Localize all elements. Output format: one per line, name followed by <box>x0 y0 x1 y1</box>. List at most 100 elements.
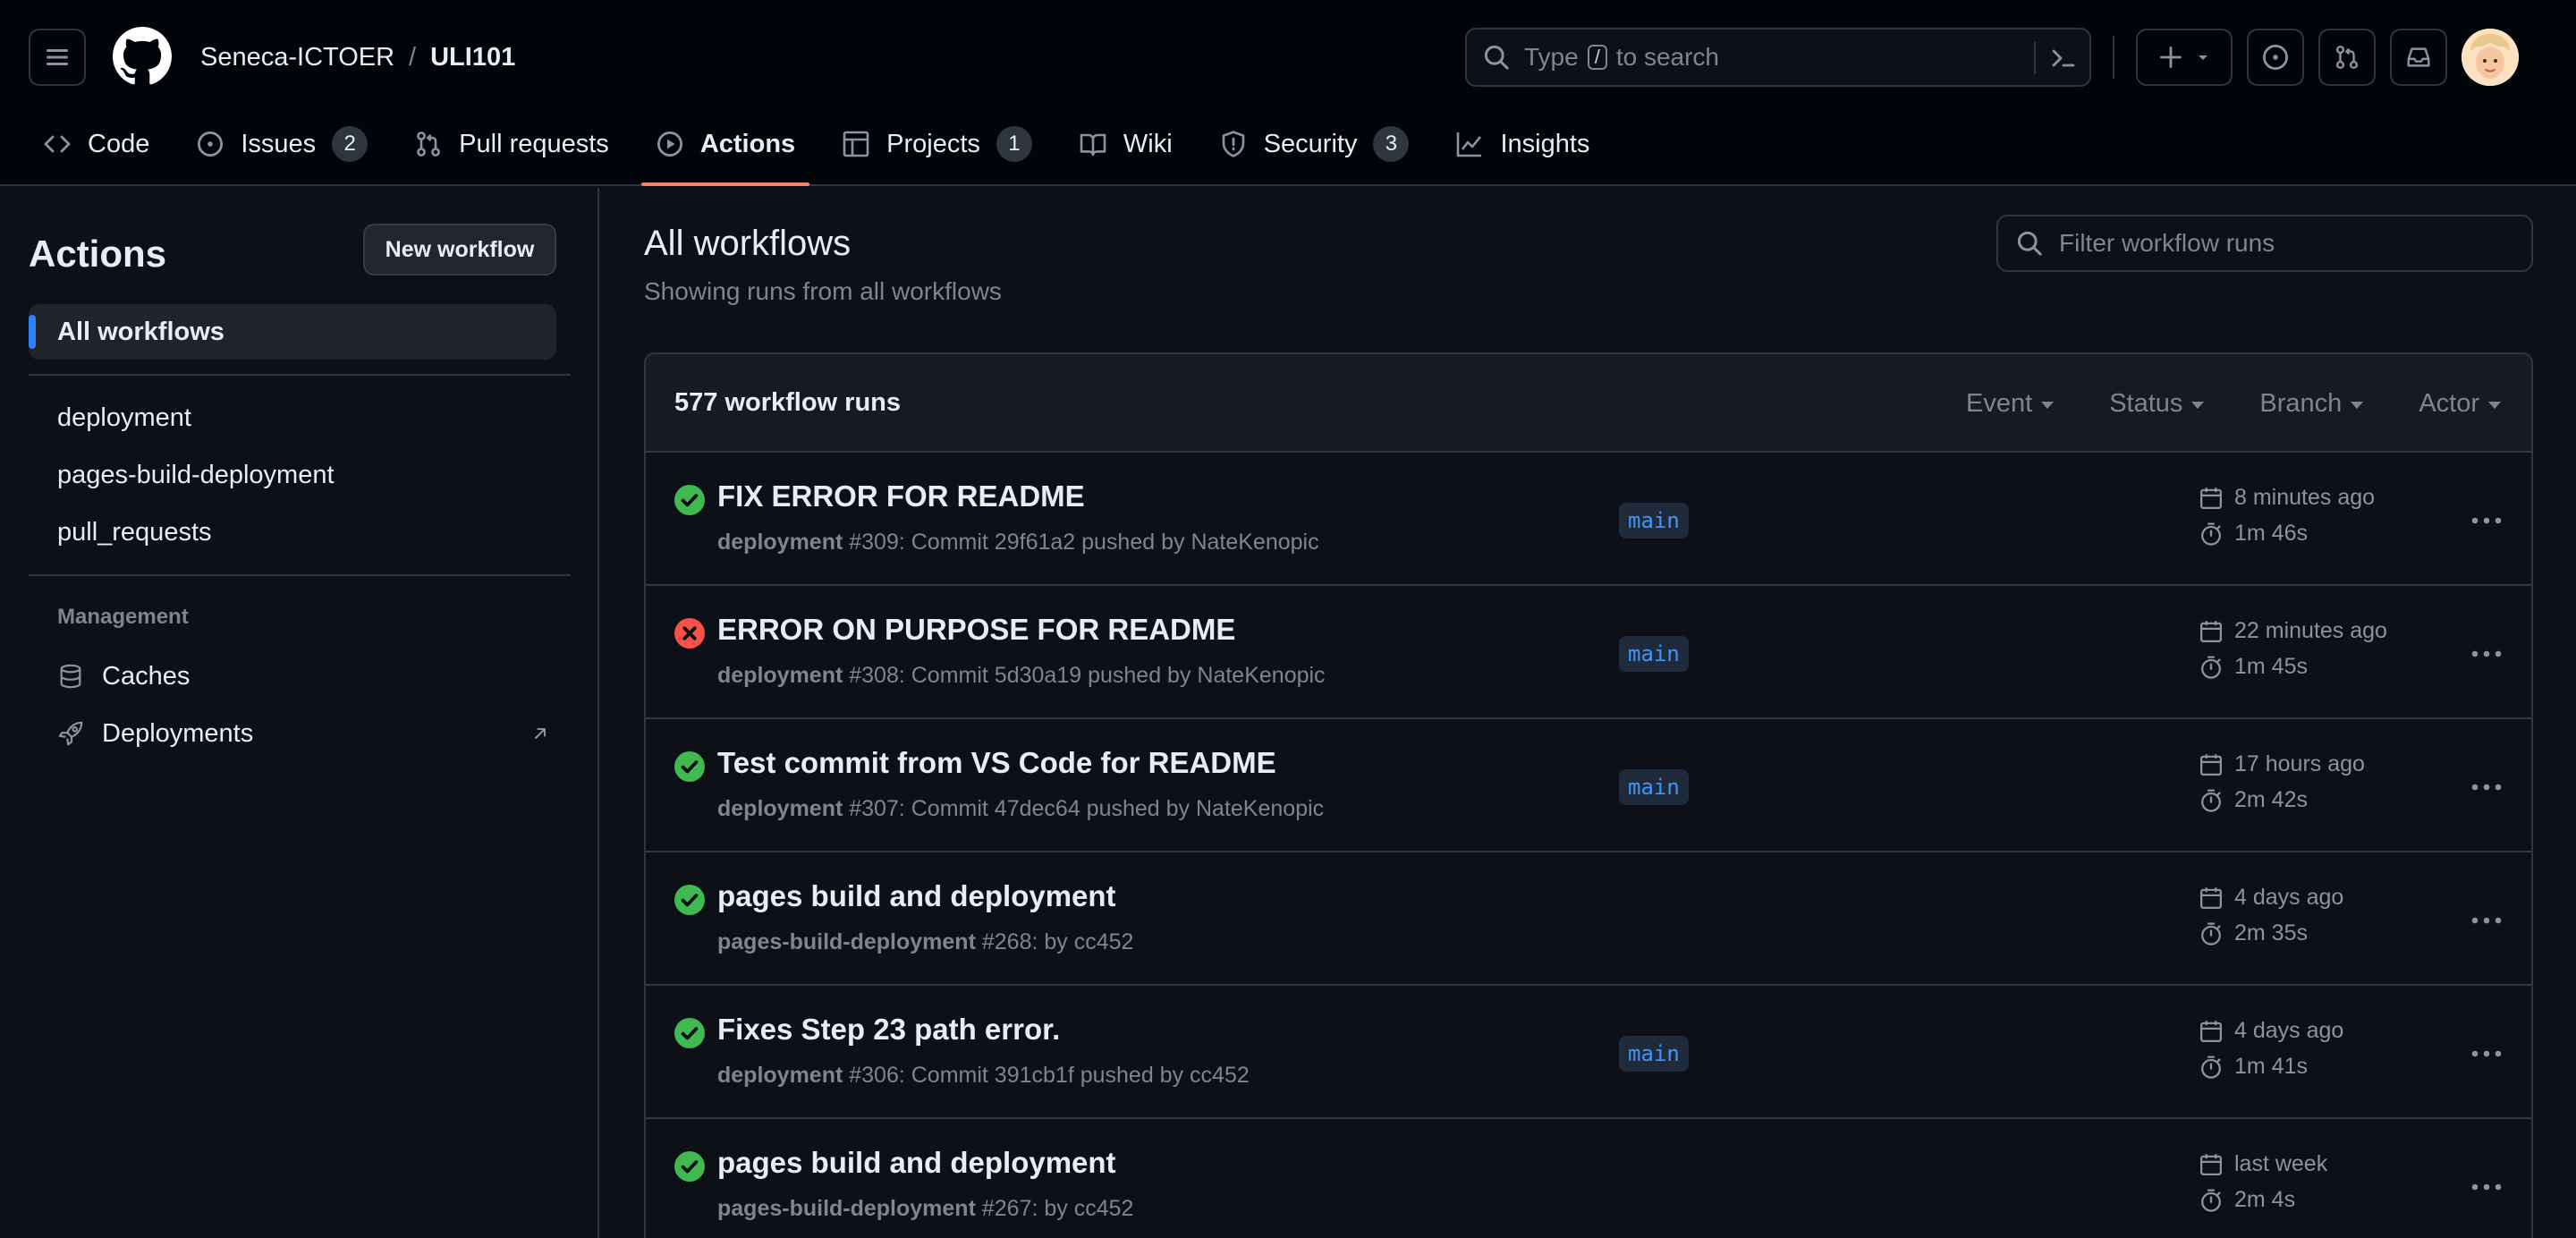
tab-actions[interactable]: Actions <box>640 116 810 186</box>
management-heading: Management <box>57 605 189 629</box>
run-time-text: 4 days ago <box>2234 885 2344 910</box>
filter-label: Status <box>2109 388 2183 418</box>
filter-label: Actor <box>2419 388 2479 418</box>
run-title-link[interactable]: Test commit from VS Code for README <box>717 746 1276 780</box>
tab-insights[interactable]: Insights <box>1441 116 1604 172</box>
actions-sidebar: Actions New workflow All workflows deplo… <box>0 188 599 1238</box>
sidebar-item-deployments[interactable]: Deployments <box>57 708 549 759</box>
status-filter-dropdown[interactable]: Status <box>2109 388 2205 419</box>
run-time: 17 hours ago <box>2199 751 2365 777</box>
sidebar-item-label: Caches <box>102 661 191 691</box>
graph-icon <box>1457 132 1482 157</box>
play-icon <box>657 131 682 157</box>
stopwatch-icon <box>2201 788 2221 812</box>
create-new-button[interactable] <box>2136 29 2233 86</box>
run-title-link[interactable]: pages build and deployment <box>717 1146 1116 1180</box>
triangle-down-icon <box>2199 55 2207 60</box>
tab-issues-label: Issues <box>241 129 317 158</box>
sidebar-item-caches[interactable]: Caches <box>57 651 549 701</box>
breadcrumb: Seneca-ICTOER / ULI101 <box>200 39 515 75</box>
run-detail: #267: by cc452 <box>981 1196 1134 1221</box>
workflow-run-row[interactable]: pages build and deployment pages-build-d… <box>646 852 2531 986</box>
run-duration-text: 1m 41s <box>2234 1054 2308 1079</box>
sidebar-item-all-workflows[interactable]: All workflows <box>29 304 556 360</box>
branch-filter-dropdown[interactable]: Branch <box>2259 389 2364 419</box>
run-meta: pages-build-deployment #268: by cc452 <box>717 929 1133 955</box>
event-filter-dropdown[interactable]: Event <box>1966 389 2055 419</box>
run-options-button[interactable] <box>2465 1036 2508 1072</box>
tab-security[interactable]: Security 3 <box>1205 116 1424 172</box>
sidebar-item-pull-requests[interactable]: pull_requests <box>29 505 556 560</box>
tab-code[interactable]: Code <box>29 116 164 172</box>
sidebar-divider <box>29 574 571 576</box>
workflow-run-row[interactable]: FIX ERROR FOR README deployment #309: Co… <box>646 453 2531 586</box>
branch-label[interactable]: main <box>1619 1036 1689 1072</box>
workflow-run-row[interactable]: Test commit from VS Code for README depl… <box>646 719 2531 852</box>
security-count-badge: 3 <box>1373 126 1410 162</box>
sidebar-item-label: deployment <box>57 403 191 432</box>
book-icon <box>1080 133 1106 157</box>
run-title-link[interactable]: pages build and deployment <box>717 879 1116 913</box>
status-icon <box>674 618 705 649</box>
run-meta: deployment #306: Commit 391cb1f pushed b… <box>717 1063 1250 1089</box>
search-input[interactable]: Type / to search <box>1465 28 2091 87</box>
search-icon <box>2017 231 2042 256</box>
run-title-link[interactable]: ERROR ON PURPOSE FOR README <box>717 613 1235 647</box>
run-duration-text: 1m 45s <box>2234 654 2308 679</box>
tab-insights-label: Insights <box>1500 129 1590 158</box>
menu-button[interactable] <box>29 29 86 86</box>
search-placeholder-prefix: Type <box>1524 43 1579 71</box>
search-shortcut-key: / <box>1587 45 1607 70</box>
tab-pull-requests[interactable]: Pull requests <box>400 116 623 172</box>
run-options-button[interactable] <box>2465 903 2508 938</box>
inbox-button[interactable] <box>2390 29 2447 86</box>
status-icon <box>674 751 705 782</box>
sidebar-item-pages-build-deployment[interactable]: pages-build-deployment <box>29 447 556 503</box>
sidebar-item-deployment[interactable]: deployment <box>29 390 556 445</box>
run-options-button[interactable] <box>2465 503 2508 538</box>
branch-label[interactable]: main <box>1619 636 1689 672</box>
workflow-run-row[interactable]: pages build and deployment pages-build-d… <box>646 1119 2531 1238</box>
run-duration-text: 2m 42s <box>2234 787 2308 812</box>
database-icon <box>60 664 81 689</box>
run-title-link[interactable]: FIX ERROR FOR README <box>717 479 1085 513</box>
new-workflow-button[interactable]: New workflow <box>363 224 556 276</box>
workflow-run-row[interactable]: ERROR ON PURPOSE FOR README deployment #… <box>646 586 2531 719</box>
run-duration: 2m 4s <box>2199 1187 2295 1213</box>
tab-wiki[interactable]: Wiki <box>1064 116 1187 172</box>
user-avatar[interactable] <box>2462 29 2519 86</box>
run-options-button[interactable] <box>2465 769 2508 805</box>
issues-button[interactable] <box>2247 29 2304 86</box>
run-options-button[interactable] <box>2465 636 2508 672</box>
sidebar-item-label: pull_requests <box>57 517 212 547</box>
workflow-runs-box: 577 workflow runs Event Status Branch Ac… <box>644 352 2533 1238</box>
run-title-link[interactable]: Fixes Step 23 path error. <box>717 1013 1060 1047</box>
branch-label[interactable]: main <box>1619 769 1689 805</box>
pull-requests-button[interactable] <box>2318 29 2376 86</box>
search-divider <box>2034 42 2036 74</box>
tab-issues[interactable]: Issues 2 <box>182 116 382 172</box>
kebab-horizontal-icon <box>2471 1183 2502 1191</box>
repo-name-link[interactable]: ULI101 <box>430 43 515 72</box>
projects-count-badge: 1 <box>996 126 1032 162</box>
tab-projects[interactable]: Projects 1 <box>827 116 1046 172</box>
run-detail: #309: Commit 29f61a2 pushed by NateKenop… <box>849 530 1319 555</box>
sidebar-item-label: Deployments <box>102 718 254 748</box>
repo-owner-link[interactable]: Seneca-ICTOER <box>200 43 394 72</box>
status-icon <box>674 485 705 515</box>
inbox-icon <box>2407 47 2430 67</box>
filter-workflow-runs-input[interactable]: Filter workflow runs <box>1996 215 2533 272</box>
workflow-run-row[interactable]: Fixes Step 23 path error. deployment #30… <box>646 986 2531 1119</box>
actor-filter-dropdown[interactable]: Actor <box>2419 389 2501 419</box>
github-logo-icon[interactable] <box>113 27 172 86</box>
branch-label[interactable]: main <box>1619 503 1689 538</box>
sidebar-item-label: pages-build-deployment <box>57 460 335 489</box>
run-meta: pages-build-deployment #267: by cc452 <box>717 1196 1133 1222</box>
run-options-button[interactable] <box>2465 1169 2508 1205</box>
memoji-avatar-icon <box>2462 29 2519 86</box>
stopwatch-icon <box>2201 921 2221 945</box>
command-palette-icon[interactable] <box>2048 44 2077 72</box>
status-icon <box>674 1018 705 1048</box>
git-pull-request-icon <box>2335 45 2359 70</box>
run-duration-text: 2m 4s <box>2234 1187 2296 1212</box>
